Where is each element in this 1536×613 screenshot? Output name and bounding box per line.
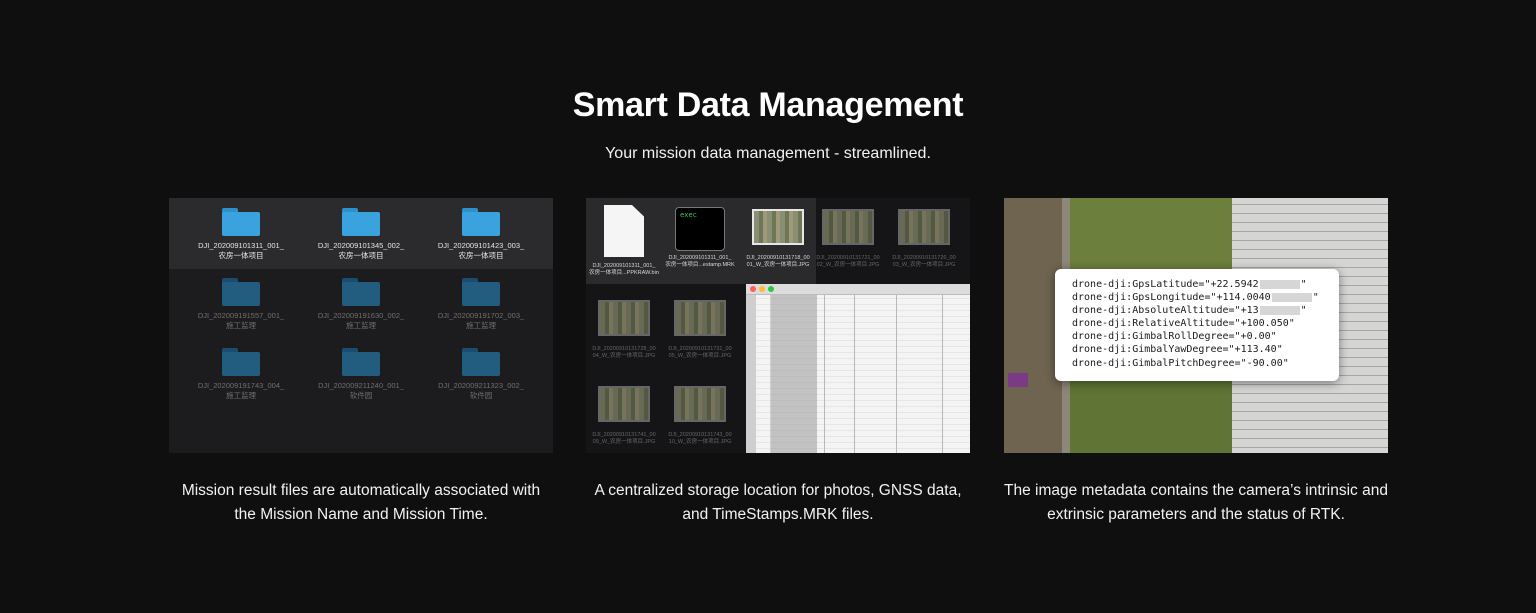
file-name: DJI_20200910131728_00 04_W_农房一体项目.JPG [592, 346, 656, 359]
spreadsheet-column-divider [770, 295, 817, 453]
file-name: DJI_20200910131721_00 02_W_农房一体项目.JPG [816, 255, 880, 268]
aerial-roof [1008, 373, 1028, 387]
file-item[interactable]: DJI_20200910131726_00 03_W_农房一体项目.JPG [886, 203, 962, 269]
storage-files-screenshot: DJI_202009101311_001_ 农房一体项目...PPKRAW.bin… [586, 198, 970, 453]
row-number-column [746, 295, 756, 453]
caption-storage: A centralized storage location for photo… [594, 482, 962, 523]
spreadsheet-column-divider [896, 295, 897, 453]
photo-thumbnail [598, 300, 650, 336]
photo-thumbnail [822, 209, 874, 245]
mrk-spreadsheet-window [746, 284, 970, 453]
redaction-mask [1259, 305, 1300, 315]
page-title: Smart Data Management [572, 86, 964, 124]
metadata-line: drone-dji:GimbalRollDegree="+0.00" [1072, 331, 1277, 343]
metadata-line: drone-dji:GimbalYawDegree="+113.40" [1072, 344, 1283, 356]
terminal-icon: exec [675, 207, 725, 251]
folder-icon [222, 348, 260, 376]
spreadsheet-column-divider [824, 295, 825, 453]
mission-folders-screenshot: DJI_202009101311_001_ 农房一体项目 DJI_202009101… [169, 198, 553, 453]
folder-name: DJI_202009211240_001_ 软件园 [318, 381, 404, 400]
metadata-line: drone-dji:RelativeAltitude="+100.050" [1072, 318, 1295, 330]
spreadsheet-column-divider [942, 295, 943, 453]
file-name: DJI_20200910131743_00 10_W_农房一体项目.JPG [668, 432, 732, 445]
folder-name: DJI_202009211323_002_ 软件园 [438, 381, 524, 400]
folder-name: DJI_202009191743_004_ 施工监理 [197, 381, 285, 400]
file-name: DJI_202009101311_001_ 农房一体项目...PPKRAW.bin [589, 263, 659, 276]
folder-icon [462, 278, 500, 306]
folder-name: DJI_202009101345_002_ 农房一体项目 [317, 241, 405, 260]
metadata-screenshot: drone-dji:GpsLatitude="+22.5942 " drone-dj… [1004, 198, 1388, 453]
metadata-line: drone-dji:GpsLongitude="+114.0040 " [1072, 292, 1319, 304]
file-item[interactable]: DJI_20200910131728_00 04_W_农房一体项目.JPG [586, 294, 662, 360]
metadata-line: drone-dji:GpsLatitude="+22.5942 " [1072, 279, 1307, 290]
document-icon [604, 205, 644, 257]
redaction-mask [1271, 292, 1312, 302]
folder-icon [462, 348, 500, 376]
photo-thumbnail [598, 386, 650, 422]
caption-mission-files: Mission result files are automatically a… [181, 482, 541, 523]
folder-item[interactable]: DJI_202009211240_001_ 软件园 [301, 348, 421, 401]
folder-icon [342, 348, 380, 376]
folder-name: DJI_202009191557_001_ 施工监理 [197, 311, 285, 330]
folder-name: DJI_202009191630_002_ 施工监理 [317, 311, 405, 330]
folder-icon [342, 208, 380, 236]
file-item[interactable]: DJI_20200910131731_00 05_W_农房一体项目.JPG [662, 294, 738, 360]
folder-item[interactable]: DJI_202009101311_001_ 农房一体项目 [181, 208, 301, 261]
photo-thumbnail [674, 386, 726, 422]
redaction-mask [1259, 279, 1300, 289]
folder-icon [462, 208, 500, 236]
file-item[interactable]: DJI_20200910131718_00 01_W_农房一体项目.JPG [740, 203, 816, 269]
metadata-line: drone-dji:GimbalPitchDegree="-90.00" [1072, 357, 1289, 369]
window-titlebar [746, 284, 970, 295]
folder-item[interactable]: DJI_202009191743_004_ 施工监理 [181, 348, 301, 401]
file-item[interactable]: exec DJI_202009101311_001_ 农房一体项目...estamp… [662, 203, 738, 269]
folder-icon [222, 278, 260, 306]
spreadsheet-column-divider [854, 295, 855, 453]
folder-name: DJI_202009101423_003_ 农房一体项目 [437, 241, 525, 260]
file-name: DJI_20200910131731_00 05_W_农房一体项目.JPG [668, 346, 732, 359]
aerial-green-field [1070, 198, 1240, 273]
folder-name: DJI_202009191702_003_ 施工监理 [437, 311, 525, 330]
folder-item[interactable]: DJI_202009101423_003_ 农房一体项目 [421, 208, 541, 261]
maximize-dot-icon [768, 286, 774, 292]
file-item[interactable]: DJI_202009101311_001_ 农房一体项目...PPKRAW.bin [586, 203, 662, 277]
photo-thumbnail [674, 300, 726, 336]
file-item[interactable]: DJI_20200910131743_00 10_W_农房一体项目.JPG [662, 380, 738, 446]
caption-metadata: The image metadata contains the camera’s… [1004, 482, 1388, 523]
minimize-dot-icon [759, 286, 765, 292]
aerial-green-field [1070, 373, 1240, 453]
folder-icon [222, 208, 260, 236]
folder-icon [342, 278, 380, 306]
file-name: DJI_20200910131741_00 09_W_农房一体项目.JPG [592, 432, 656, 445]
page-subtitle: Your mission data management - streamlin… [605, 145, 931, 162]
file-name: DJI_20200910131718_00 01_W_农房一体项目.JPG [746, 255, 810, 268]
folder-item[interactable]: DJI_202009191557_001_ 施工监理 [181, 278, 301, 331]
close-dot-icon [750, 286, 756, 292]
folder-name: DJI_202009101311_001_ 农房一体项目 [198, 241, 284, 260]
folder-item[interactable]: DJI_202009191702_003_ 施工监理 [421, 278, 541, 331]
file-name: DJI_202009101311_001_ 农房一体项目...estamp.MRK [665, 255, 735, 268]
folder-item[interactable]: DJI_202009101345_002_ 农房一体项目 [301, 208, 421, 261]
metadata-line: drone-dji:AbsoluteAltitude="+13 " [1072, 305, 1307, 317]
folder-item[interactable]: DJI_202009211323_002_ 软件园 [421, 348, 541, 401]
file-item[interactable]: DJI_20200910131721_00 02_W_农房一体项目.JPG [810, 203, 886, 269]
metadata-card: drone-dji:GpsLatitude="+22.5942 " drone-dj… [1055, 269, 1339, 381]
photo-thumbnail [898, 209, 950, 245]
photo-thumbnail [752, 209, 804, 245]
file-item[interactable]: DJI_20200910131741_00 09_W_农房一体项目.JPG [586, 380, 662, 446]
file-name: DJI_20200910131726_00 03_W_农房一体项目.JPG [892, 255, 956, 268]
folder-item[interactable]: DJI_202009191630_002_ 施工监理 [301, 278, 421, 331]
